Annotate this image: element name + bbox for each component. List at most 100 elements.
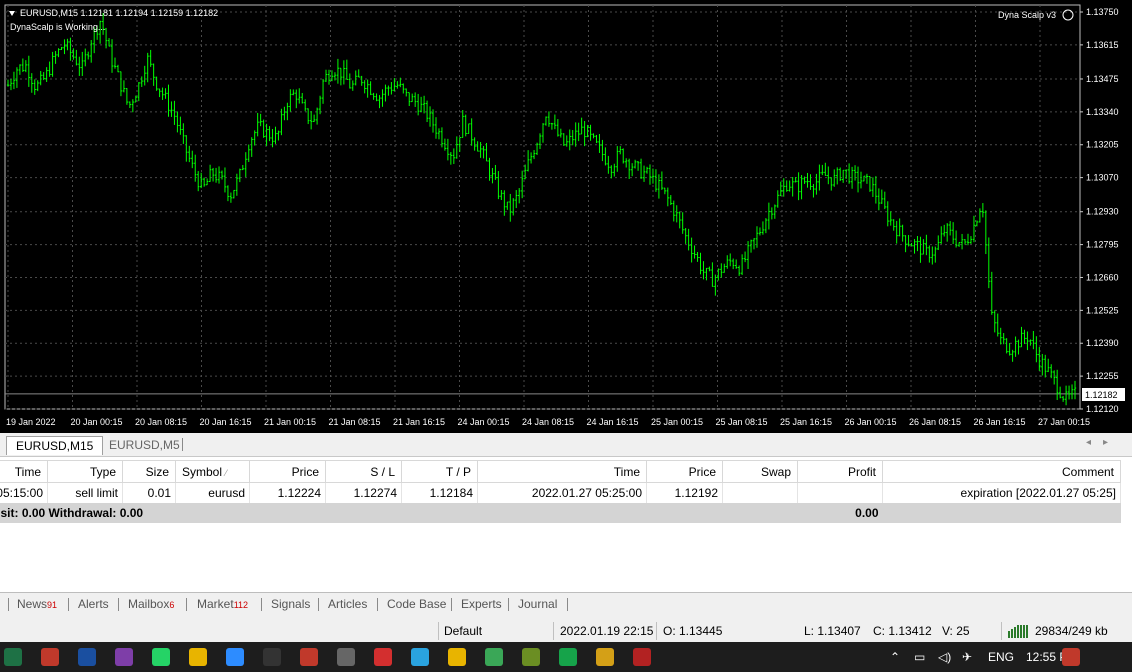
chrome-icon[interactable]: [448, 648, 466, 666]
symbol-menu-icon[interactable]: [9, 11, 15, 16]
y-tick-label: 1.12390: [1086, 338, 1119, 348]
x-tick-label: 26 Jan 16:15: [974, 417, 1026, 427]
connection-bars-icon[interactable]: [1008, 625, 1032, 641]
tab-code-base[interactable]: Code Base: [387, 597, 446, 611]
excel-icon[interactable]: [4, 648, 22, 666]
tab-scroll-arrows[interactable]: ◂▸: [1086, 437, 1120, 448]
tab-divider: [377, 598, 378, 611]
x-tick-label: 21 Jan 08:15: [329, 417, 381, 427]
fbs-icon[interactable]: [559, 648, 577, 666]
airplane-icon[interactable]: ✈: [962, 650, 972, 664]
chart-tabs-bar: EURUSD,M15 EURUSD,M5 ◂▸: [0, 433, 1132, 457]
col-swap[interactable]: Swap: [722, 460, 798, 483]
col-symbol[interactable]: Symbol ⁄: [175, 460, 250, 483]
order-time-close: 2022.01.27 05:25:00: [477, 482, 647, 503]
tab-eurusd-m5[interactable]: EURUSD,M5: [100, 436, 189, 455]
col-sl[interactable]: S / L: [325, 460, 402, 483]
x-tick-label: 24 Jan 00:15: [458, 417, 510, 427]
y-tick-label: 1.12660: [1086, 272, 1119, 282]
col-tp[interactable]: T / P: [401, 460, 478, 483]
col-comment[interactable]: Comment: [882, 460, 1121, 483]
photoshop-icon[interactable]: [78, 648, 96, 666]
sort-icon: ⁄: [225, 467, 227, 478]
y-tick-label: 1.13475: [1086, 74, 1119, 84]
tab-eurusd-m15[interactable]: EURUSD,M15: [6, 436, 104, 455]
order-size: 0.01: [122, 482, 176, 503]
tab-mailbox[interactable]: Mailbox6: [128, 597, 174, 611]
battery-icon[interactable]: ▭: [914, 650, 925, 664]
tab-articles[interactable]: Articles: [328, 597, 367, 611]
col-price-current[interactable]: Price: [646, 460, 723, 483]
x-tick-label: 24 Jan 08:15: [522, 417, 574, 427]
x-tick-label: 26 Jan 08:15: [909, 417, 961, 427]
order-price-current: 1.12192: [646, 482, 723, 503]
chrome-icon[interactable]: [189, 648, 207, 666]
terminal-trade-panel: Time Type Size Symbol ⁄ Price S / L T / …: [0, 457, 1132, 592]
onenote-icon[interactable]: [115, 648, 133, 666]
status-bar: Default 2022.01.19 22:15 O: 1.13445 L: 1…: [0, 620, 1132, 642]
language-indicator[interactable]: ENG: [988, 650, 1014, 664]
col-profit[interactable]: Profit: [797, 460, 883, 483]
order-tp: 1.12184: [401, 482, 478, 503]
app-icon[interactable]: [633, 648, 651, 666]
col-type[interactable]: Type: [47, 460, 123, 483]
tab-experts[interactable]: Experts: [461, 597, 502, 611]
col-time-close[interactable]: Time: [477, 460, 647, 483]
tab-alerts[interactable]: Alerts: [78, 597, 109, 611]
telegram-icon[interactable]: [411, 648, 429, 666]
edge-icon[interactable]: [485, 648, 503, 666]
chevron-up-icon[interactable]: ⌃: [890, 650, 900, 664]
order-time: 05:15:00: [0, 482, 48, 503]
app-icon[interactable]: [300, 648, 318, 666]
order-profit: [797, 482, 883, 503]
zoom-icon[interactable]: [226, 648, 244, 666]
tab-divider: [118, 598, 119, 611]
market-count: 112: [233, 600, 249, 610]
order-price: 1.12224: [249, 482, 326, 503]
tab-signals[interactable]: Signals: [271, 597, 310, 611]
tab-divider: [186, 598, 187, 611]
settings-icon[interactable]: [337, 648, 355, 666]
tab-divider: [68, 598, 69, 611]
col-size[interactable]: Size: [122, 460, 176, 483]
x-tick-label: 26 Jan 00:15: [845, 417, 897, 427]
chevron-right-icon[interactable]: ▸: [1103, 437, 1120, 448]
col-time[interactable]: Time: [0, 460, 48, 483]
y-tick-label: 1.12795: [1086, 240, 1119, 250]
chevron-left-icon[interactable]: ◂: [1086, 437, 1103, 448]
tab-mailbox-label: Mailbox: [128, 597, 170, 611]
xm-icon[interactable]: [263, 648, 281, 666]
chart-grid: [4, 4, 1081, 410]
y-tick-label: 1.13615: [1086, 40, 1119, 50]
x-tick-label: 25 Jan 08:15: [716, 417, 768, 427]
col-symbol-label: Symbol: [182, 464, 223, 479]
status-datetime: 2022.01.19 22:15: [560, 624, 654, 638]
status-traffic: 29834/249 kb: [1035, 624, 1108, 638]
wps-icon[interactable]: [374, 648, 392, 666]
metatrader-icon[interactable]: [596, 648, 614, 666]
tab-market[interactable]: Market112: [197, 597, 248, 611]
whatsapp-icon[interactable]: [152, 648, 170, 666]
tab-journal[interactable]: Journal: [518, 597, 557, 611]
tab-divider: [567, 598, 568, 611]
app-icon[interactable]: [41, 648, 59, 666]
time-axis: 19 Jan 2022 20 Jan 00:15 20 Jan 08:15 20 Ja…: [6, 417, 1090, 427]
y-tick-label: 1.12255: [1086, 371, 1119, 381]
col-price[interactable]: Price: [249, 460, 326, 483]
notification-icon[interactable]: [1062, 648, 1080, 666]
x-tick-label: 24 Jan 16:15: [587, 417, 639, 427]
x-tick-label: 20 Jan 16:15: [200, 417, 252, 427]
app-icon[interactable]: [522, 648, 540, 666]
terminal-tabs: News91 Alerts Mailbox6 Market112 Signals…: [0, 592, 1132, 620]
summary-text: sit: 0.00 Withdrawal: 0.00: [0, 502, 798, 523]
status-profile[interactable]: Default: [444, 624, 482, 638]
chart-window[interactable]: 1.13750 1.13615 1.13475 1.13340 1.13205 1.130…: [0, 0, 1132, 433]
status-divider: [553, 622, 554, 640]
status-divider: [1001, 622, 1002, 640]
order-row[interactable]: 05:15:00 sell limit 0.01 eurusd 1.12224 …: [0, 482, 1121, 503]
price-chart[interactable]: 1.13750 1.13615 1.13475 1.13340 1.13205 1.130…: [0, 0, 1132, 433]
volume-icon[interactable]: ◁): [938, 650, 951, 664]
tab-news[interactable]: News91: [17, 597, 57, 611]
order-sl: 1.12274: [325, 482, 402, 503]
symbol-info: EURUSD,M15 1.12181 1.12194 1.12159 1.121…: [20, 8, 218, 18]
